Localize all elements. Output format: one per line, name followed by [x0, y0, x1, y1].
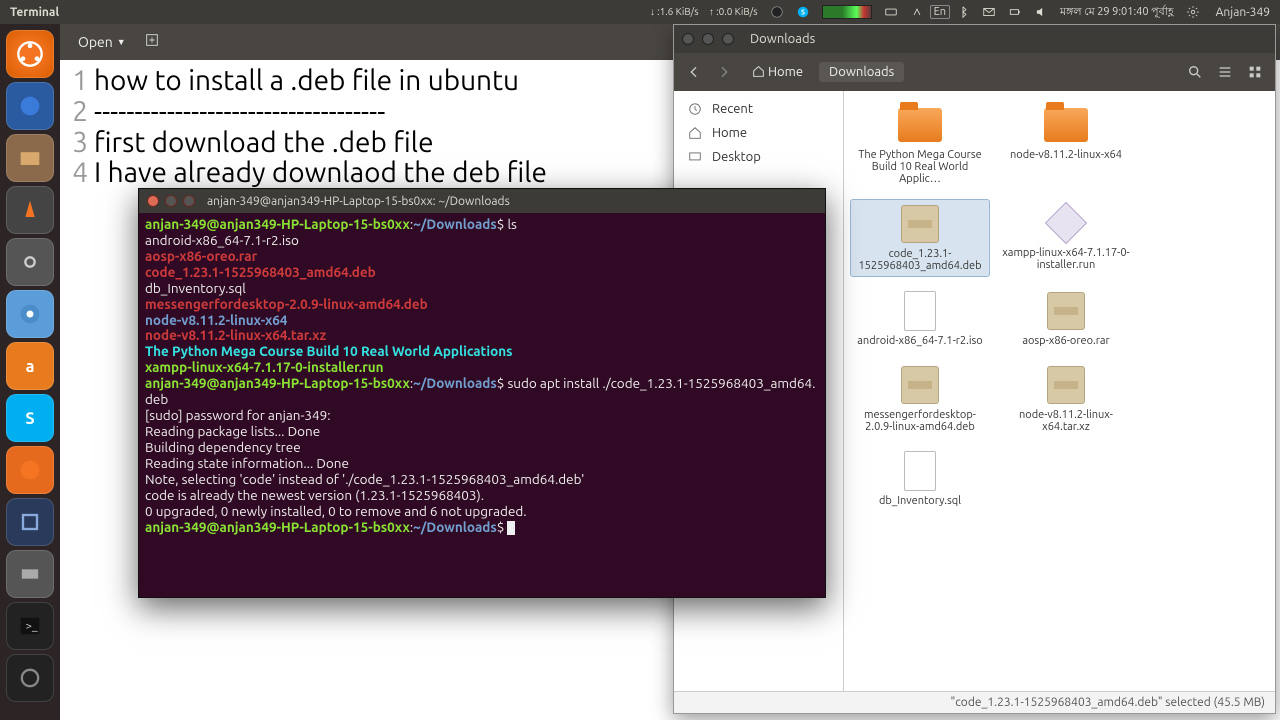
terminal-titlebar[interactable]: anjan-349@anjan349-HP-Laptop-15-bs0xx: ~…	[139, 189, 825, 213]
external-drive-icon[interactable]	[6, 550, 54, 598]
file-manager-toolbar: Home Downloads	[674, 53, 1275, 91]
terminal-minimize-button[interactable]	[165, 195, 177, 207]
file-item[interactable]: db_Inventory.sql	[850, 447, 990, 511]
unity-launcher: a S >_	[0, 24, 60, 720]
network-icon[interactable]	[904, 5, 930, 19]
close-button[interactable]	[682, 33, 694, 45]
file-label: The Python Mega Course Build 10 Real Wor…	[854, 149, 986, 185]
svg-text:a: a	[26, 358, 35, 376]
sidebar-item-recent[interactable]: Recent	[674, 97, 843, 121]
obs-icon[interactable]	[764, 5, 790, 19]
terminal-maximize-button[interactable]	[183, 195, 195, 207]
gear-icon[interactable]	[1180, 5, 1206, 19]
file-label: node-v8.11.2-linux-x64.tar.xz	[1000, 409, 1132, 433]
file-label: node-v8.11.2-linux-x64	[1010, 149, 1122, 161]
file-item[interactable]: messengerfordesktop-2.0.9-linux-amd64.de…	[850, 361, 990, 437]
file-item[interactable]: code_1.23.1-1525968403_amd64.deb	[850, 199, 990, 277]
sidebar-item-home[interactable]: Home	[674, 121, 843, 145]
minimize-button[interactable]	[702, 33, 714, 45]
file-label: code_1.23.1-1525968403_amd64.deb	[855, 248, 985, 272]
back-button[interactable]	[682, 60, 706, 84]
breadcrumb-downloads[interactable]: Downloads	[819, 62, 904, 82]
battery-icon[interactable]	[1002, 5, 1028, 19]
search-icon[interactable]	[1183, 60, 1207, 84]
file-item[interactable]: xampp-linux-x64-7.1.17-0-installer.run	[996, 199, 1136, 277]
terminal-title-text: anjan-349@anjan349-HP-Laptop-15-bs0xx: ~…	[207, 195, 510, 208]
chromium-icon[interactable]	[6, 290, 54, 338]
terminal-window: anjan-349@anjan349-HP-Laptop-15-bs0xx: ~…	[138, 188, 826, 598]
file-item[interactable]: android-x86_64-7.1-r2.iso	[850, 287, 990, 351]
cpu-graph[interactable]	[816, 5, 878, 19]
volume-icon[interactable]	[1028, 5, 1054, 19]
firefox-icon[interactable]	[6, 446, 54, 494]
language-indicator[interactable]: En	[930, 5, 950, 19]
files-icon[interactable]	[6, 134, 54, 182]
virtualbox-icon[interactable]	[6, 498, 54, 546]
thunderbird-icon[interactable]	[6, 82, 54, 130]
file-item[interactable]: node-v8.11.2-linux-x64.tar.xz	[996, 361, 1136, 437]
terminal-close-button[interactable]	[147, 195, 159, 207]
terminal-icon[interactable]: >_	[6, 602, 54, 650]
top-panel: Terminal ↓ :1.6 KiB/s ↑ :0.0 KiB/s S En …	[0, 0, 1280, 24]
file-label: db_Inventory.sql	[879, 495, 961, 507]
mail-icon[interactable]	[976, 5, 1002, 19]
panel-app-title: Terminal	[0, 6, 69, 19]
file-item[interactable]: The Python Mega Course Build 10 Real Wor…	[850, 101, 990, 189]
file-manager-titlebar[interactable]: Downloads	[674, 25, 1275, 53]
window-title: Downloads	[750, 32, 815, 46]
vlc-icon[interactable]	[6, 186, 54, 234]
settings-icon[interactable]	[6, 238, 54, 286]
keyboard-icon[interactable]	[878, 5, 904, 19]
skype-launcher-icon[interactable]: S	[6, 394, 54, 442]
network-speed-indicator[interactable]: ↓ :1.6 KiB/s ↑ :0.0 KiB/s	[644, 6, 764, 18]
maximize-button[interactable]	[722, 33, 734, 45]
open-button[interactable]: Open▼	[70, 30, 134, 54]
user-menu[interactable]: Anjan-349	[1206, 6, 1280, 19]
file-label: messengerfordesktop-2.0.9-linux-amd64.de…	[854, 409, 986, 433]
breadcrumb-home[interactable]: Home	[742, 62, 813, 82]
forward-button[interactable]	[712, 60, 736, 84]
obs-launcher-icon[interactable]	[6, 654, 54, 702]
svg-text:S: S	[801, 8, 805, 16]
file-label: android-x86_64-7.1-r2.iso	[857, 335, 982, 347]
dash-icon[interactable]	[6, 30, 54, 78]
file-label: xampp-linux-x64-7.1.17-0-installer.run	[1000, 247, 1132, 271]
sidebar-item-desktop[interactable]: Desktop	[674, 145, 843, 169]
file-grid[interactable]: The Python Mega Course Build 10 Real Wor…	[844, 91, 1275, 691]
file-item[interactable]: node-v8.11.2-linux-x64	[996, 101, 1136, 189]
bluetooth-icon[interactable]	[950, 5, 976, 19]
svg-text:S: S	[25, 410, 34, 428]
file-label: aosp-x86-oreo.rar	[1022, 335, 1109, 347]
grid-view-icon[interactable]	[1243, 60, 1267, 84]
status-bar: "code_1.23.1-1525968403_amd64.deb" selec…	[674, 691, 1275, 713]
file-item[interactable]: aosp-x86-oreo.rar	[996, 287, 1136, 351]
skype-icon[interactable]: S	[790, 5, 816, 19]
clock[interactable]: মঙ্গল মে 29 9:01:40 পূর্বাহ্ণ	[1054, 3, 1180, 22]
list-view-icon[interactable]	[1213, 60, 1237, 84]
amazon-icon[interactable]: a	[6, 342, 54, 390]
new-tab-button[interactable]	[144, 32, 160, 52]
svg-text:>_: >_	[25, 620, 38, 633]
terminal-body[interactable]: anjan-349@anjan349-HP-Laptop-15-bs0xx:~/…	[139, 213, 825, 597]
